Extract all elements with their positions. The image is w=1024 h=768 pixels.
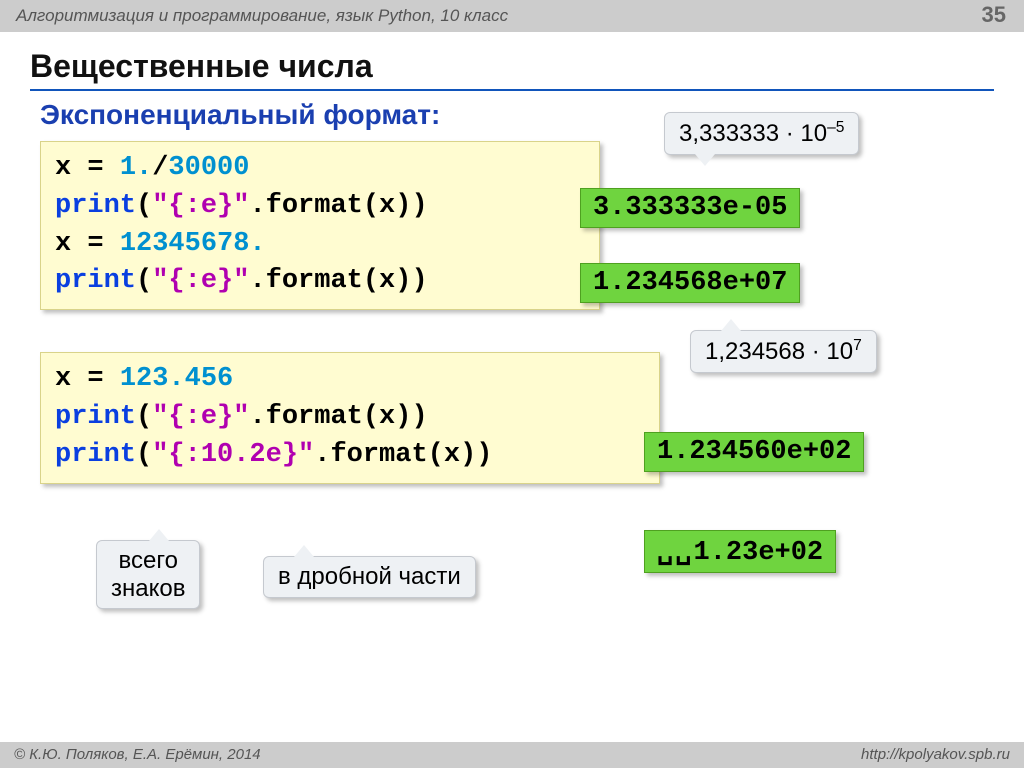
output-3: 1.234560e+02 xyxy=(644,432,864,472)
code-block-2: x = 123.456 print("{:e}".format(x)) prin… xyxy=(40,352,660,483)
slide-content: Вещественные числа Экспоненциальный форм… xyxy=(0,32,1024,484)
footer-right: http://kpolyakov.spb.ru xyxy=(861,746,1010,763)
code-line-4: print("{:e}".format(x)) xyxy=(55,263,585,301)
callout-tail-icon xyxy=(695,154,715,166)
code-line-6: print("{:e}".format(x)) xyxy=(55,399,645,437)
code-line-7: print("{:10.2e}".format(x)) xyxy=(55,437,645,475)
callout-sci-1: 3,333333 · 10–5 xyxy=(664,112,859,155)
code-line-1: x = 1./30000 xyxy=(55,150,585,188)
callout-total-digits: всего знаков xyxy=(96,540,200,609)
callout-decimal-digits: в дробной части xyxy=(263,556,476,598)
callout-tail-icon xyxy=(294,545,314,557)
output-1: 3.333333e-05 xyxy=(580,188,800,228)
callout-tail-icon xyxy=(721,319,741,331)
page-title: Вещественные числа xyxy=(30,48,994,91)
output-2: 1.234568e+07 xyxy=(580,263,800,303)
callout-sci-2: 1,234568 · 107 xyxy=(690,330,877,373)
footer-left: © К.Ю. Поляков, Е.А. Ерёмин, 2014 xyxy=(14,746,261,763)
output-4: ␣␣1.23e+02 xyxy=(644,530,836,573)
page-number: 35 xyxy=(982,2,1006,28)
callout-tail-icon xyxy=(149,529,169,541)
code-line-5: x = 123.456 xyxy=(55,361,645,399)
bottom-bar: © К.Ю. Поляков, Е.А. Ерёмин, 2014 http:/… xyxy=(0,742,1024,768)
code-line-3: x = 12345678. xyxy=(55,226,585,264)
code-line-2: print("{:e}".format(x)) xyxy=(55,188,585,226)
top-bar: Алгоритмизация и программирование, язык … xyxy=(0,0,1024,32)
header-text: Алгоритмизация и программирование, язык … xyxy=(16,6,508,25)
code-block-1: x = 1./30000 print("{:e}".format(x)) x =… xyxy=(40,141,600,310)
